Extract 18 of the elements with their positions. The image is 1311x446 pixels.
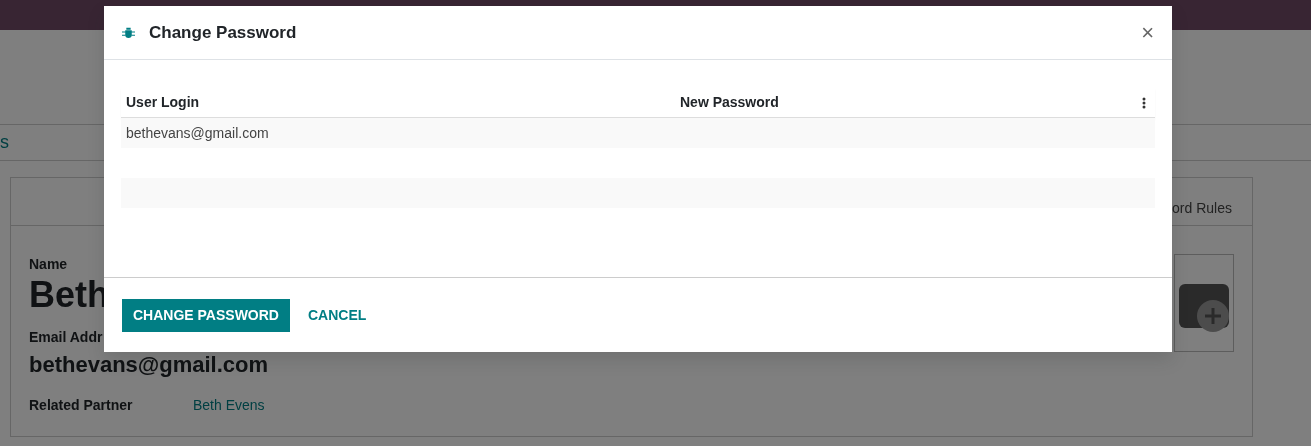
close-button[interactable]: ×: [1141, 21, 1154, 44]
kebab-icon[interactable]: [1142, 96, 1146, 109]
image-placeholder[interactable]: [1174, 254, 1234, 352]
partner-link[interactable]: Beth Evens: [193, 394, 265, 416]
bug-icon: [122, 26, 135, 39]
field-label: Related Partner: [29, 395, 134, 415]
table-cell-text: bethevans@gmail.com: [125, 123, 270, 143]
breadcrumb-link[interactable]: s: [0, 129, 9, 156]
column-header[interactable]: User Login: [121, 88, 675, 117]
field-value: bethevans@gmail.com: [29, 350, 269, 379]
column-header[interactable]: New Password: [675, 88, 1133, 117]
form-tab[interactable]: ord Rules: [1172, 198, 1232, 219]
dialog-title: Change Password: [149, 21, 297, 44]
table-row[interactable]: bethevans@gmail.com: [121, 118, 1155, 148]
field-label: Email Addr: [29, 327, 104, 347]
field-label: Name: [29, 255, 69, 274]
change-password-button[interactable]: CHANGE PASSWORD: [122, 298, 290, 332]
cancel-button[interactable]: CANCEL: [291, 304, 383, 326]
